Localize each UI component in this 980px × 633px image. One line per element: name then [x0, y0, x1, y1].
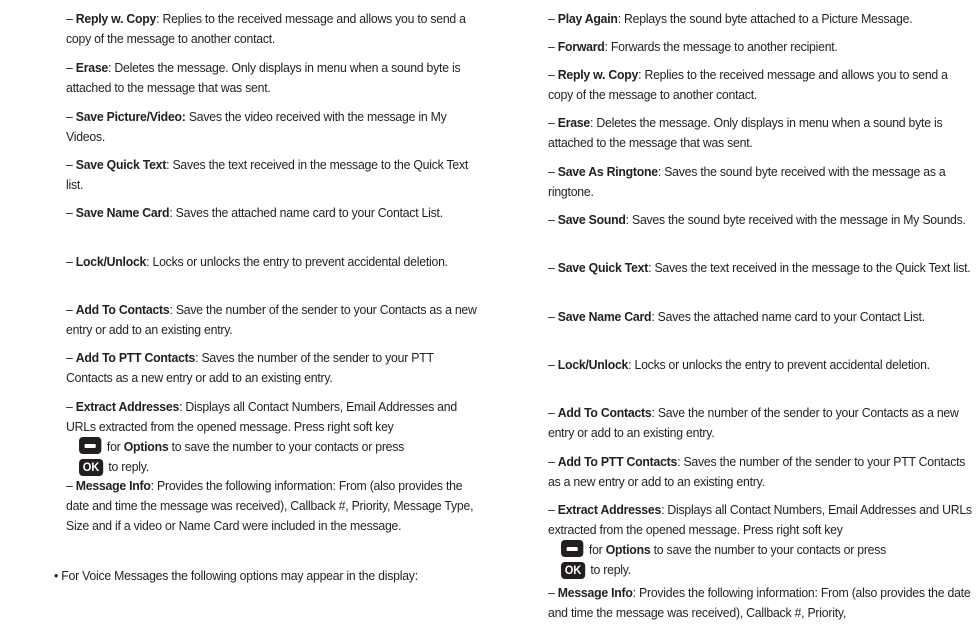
option-description: Deletes the message. Only displays in me… [66, 60, 461, 95]
option-label: Save Quick Text [557, 260, 649, 275]
option-label: Save Name Card [75, 205, 170, 220]
option-label: Save As Ringtone [557, 164, 658, 179]
option-item-message-info: – Message Info: Provides the following i… [66, 478, 474, 533]
option-item: – Lock/Unlock: Locks or unlocks the entr… [66, 254, 448, 269]
option-item-extract-addresses: – Extract Addresses: Displays all Contac… [548, 502, 972, 579]
option-label: Extract Addresses [75, 399, 180, 414]
option-label: Message Info [75, 478, 151, 493]
for-text: for [588, 542, 603, 557]
option-item-message-info: – Message Info: Provides the following i… [548, 585, 971, 620]
option-item: – Reply w. Copy: Replies to the received… [548, 67, 948, 102]
option-item: – Add To Contacts: Save the number of th… [548, 405, 959, 440]
option-item: – Save Quick Text: Saves the text receiv… [66, 157, 469, 192]
option-label: Reply w. Copy [75, 11, 157, 26]
for-text: for [106, 439, 121, 454]
option-item: – Save Quick Text: Saves the text receiv… [548, 260, 971, 275]
option-item: – Erase: Deletes the message. Only displ… [548, 115, 943, 150]
ok-key-icon: OK [561, 562, 585, 579]
ok-key-icon: OK [79, 459, 103, 476]
option-item: – Save Name Card: Saves the attached nam… [548, 309, 925, 324]
option-label: Save Quick Text [75, 157, 167, 172]
option-item: – Add To PTT Contacts: Saves the number … [548, 454, 966, 489]
option-description: Locks or unlocks the entry to prevent ac… [152, 254, 448, 269]
option-description: Saves the attached name card to your Con… [657, 309, 925, 324]
option-item: – Save Sound: Saves the sound byte recei… [548, 212, 966, 227]
option-description: to save the number to your contacts or p… [171, 439, 405, 454]
option-label: Forward [557, 39, 605, 54]
option-item: – Save Picture/Video: Saves the video re… [66, 109, 447, 144]
bullet-text: For Voice Messages the following options… [61, 568, 418, 583]
option-label: Add To Contacts [557, 405, 652, 420]
option-description: Saves the sound byte received with the m… [631, 212, 966, 227]
option-label: Save Picture/Video: [75, 109, 186, 124]
option-description: to reply. [108, 459, 149, 474]
option-description: Replays the sound byte attached to a Pic… [624, 11, 913, 26]
option-description: to save the number to your contacts or p… [653, 542, 887, 557]
options-label: Options [123, 439, 169, 454]
option-label: Save Name Card [557, 309, 652, 324]
option-item: – Reply w. Copy: Replies to the received… [66, 11, 466, 46]
option-label: Message Info [557, 585, 633, 600]
option-label: Reply w. Copy [557, 67, 639, 82]
option-label: Save Sound [557, 212, 626, 227]
option-label: Erase [75, 60, 109, 75]
options-label: Options [605, 542, 651, 557]
option-description: Saves the text received in the message t… [654, 260, 971, 275]
bullet-item: • For Voice Messages the following optio… [54, 568, 418, 583]
option-item: – Save Name Card: Saves the attached nam… [66, 205, 443, 220]
right-soft-key-icon [79, 437, 102, 454]
option-label: Erase [557, 115, 591, 130]
option-item: – Lock/Unlock: Locks or unlocks the entr… [548, 357, 930, 372]
option-description: to reply. [590, 562, 631, 577]
option-item-extract-addresses: – Extract Addresses: Displays all Contac… [66, 399, 457, 476]
option-label: Add To PTT Contacts [75, 350, 196, 365]
option-item: – Add To PTT Contacts: Saves the number … [66, 350, 434, 385]
right-soft-key-icon [561, 540, 584, 557]
option-item: – Play Again: Replays the sound byte att… [548, 11, 913, 26]
option-label: Lock/Unlock [557, 357, 629, 372]
option-item: – Save As Ringtone: Saves the sound byte… [548, 164, 946, 199]
option-description: Deletes the message. Only displays in me… [548, 115, 943, 150]
option-item: – Erase: Deletes the message. Only displ… [66, 60, 461, 95]
option-item: – Add To Contacts: Save the number of th… [66, 302, 477, 337]
option-description: Locks or unlocks the entry to prevent ac… [634, 357, 930, 372]
option-label: Play Again [557, 11, 618, 26]
option-item: – Forward: Forwards the message to anoth… [548, 39, 838, 54]
option-description: Saves the attached name card to your Con… [175, 205, 443, 220]
option-label: Extract Addresses [557, 502, 662, 517]
option-description: Forwards the message to another recipien… [610, 39, 838, 54]
option-label: Add To Contacts [75, 302, 170, 317]
option-label: Add To PTT Contacts [557, 454, 678, 469]
option-label: Lock/Unlock [75, 254, 147, 269]
